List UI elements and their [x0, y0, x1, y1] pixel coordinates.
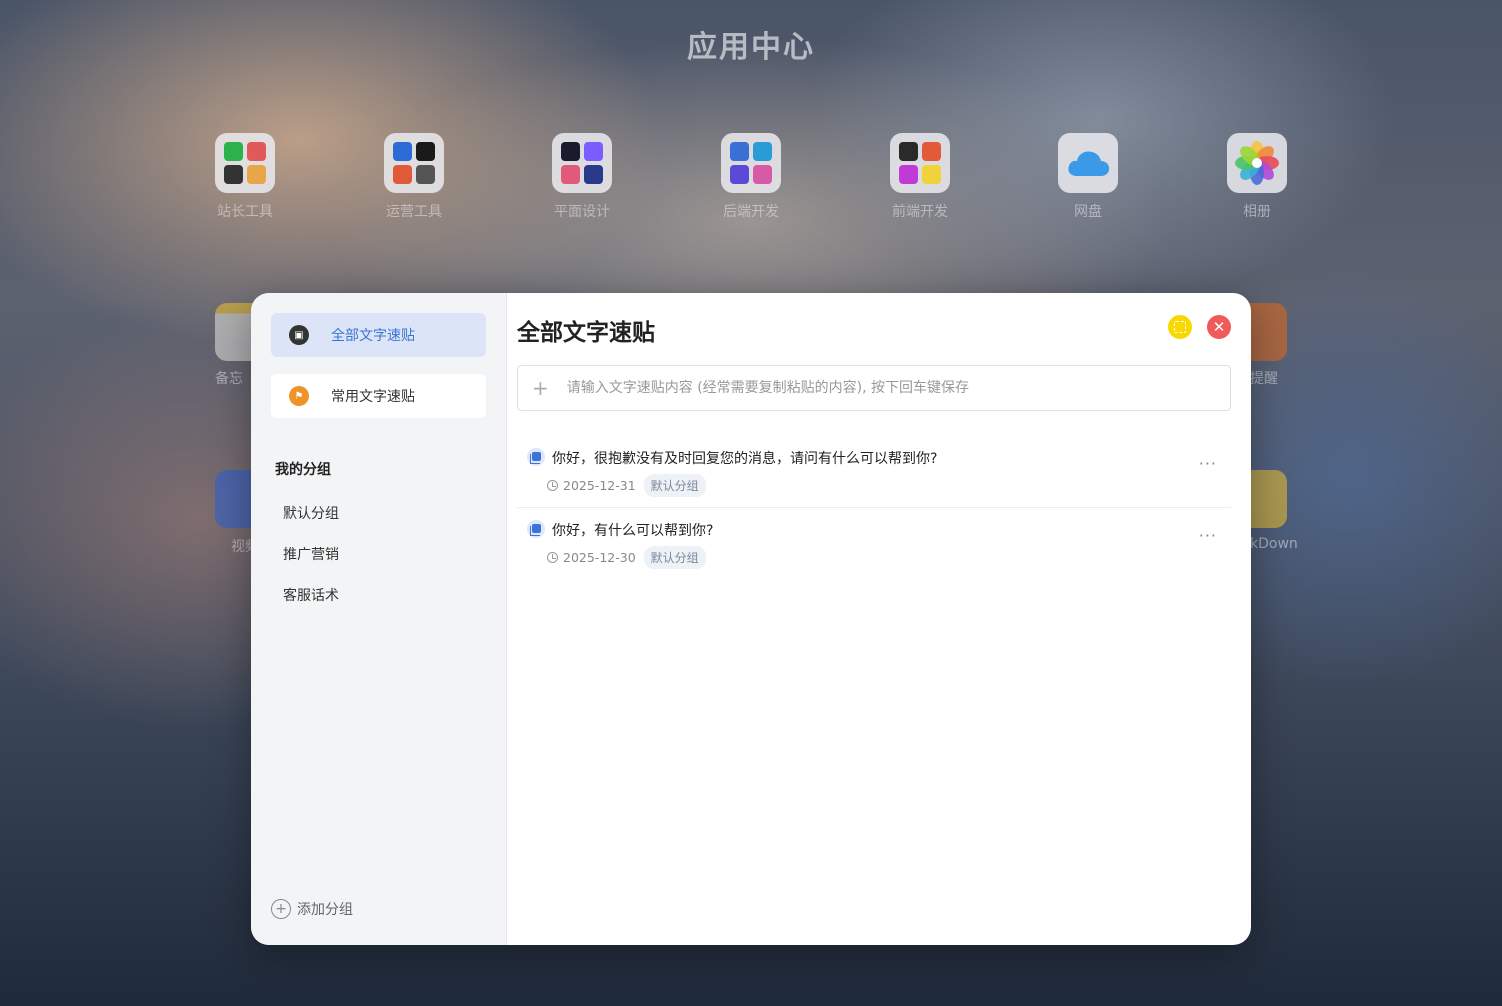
- snippet-meta: 2025-12-31 默认分组: [547, 474, 706, 497]
- graphic-design-icon: [552, 133, 612, 193]
- snippet-text: 你好，有什么可以帮到你?: [552, 523, 714, 539]
- box-icon: ▣: [289, 325, 309, 345]
- frontend-dev-icon: [890, 133, 950, 193]
- list-item[interactable]: 你好，有什么可以帮到你? 2025-12-30 默认分组 ···: [517, 508, 1231, 580]
- app-label: 站长工具: [217, 204, 273, 220]
- app-markdown-partial: kDown: [1250, 536, 1310, 552]
- my-groups-heading: 我的分组: [275, 462, 331, 478]
- app-operation-tools[interactable]: 运营工具: [369, 133, 459, 221]
- copy-icon[interactable]: [527, 520, 545, 538]
- flag-icon: ⚑: [289, 386, 309, 406]
- markdown-app-icon: [1245, 470, 1287, 528]
- backend-dev-icon: [721, 133, 781, 193]
- app-label: 运营工具: [386, 204, 442, 220]
- group-item-marketing[interactable]: 推广营销: [283, 544, 339, 564]
- fullscreen-button[interactable]: [1168, 315, 1192, 339]
- app-label: kDown: [1250, 536, 1298, 552]
- app-label: 后端开发: [723, 204, 779, 220]
- sidebar: ▣ 全部文字速贴 ⚑ 常用文字速贴 我的分组 默认分组 推广营销 客服话术 + …: [251, 293, 507, 945]
- text-snippet-modal: ▣ 全部文字速贴 ⚑ 常用文字速贴 我的分组 默认分组 推广营销 客服话术 + …: [251, 293, 1251, 945]
- snippet-input-box: +: [517, 365, 1231, 411]
- clock-icon: [547, 480, 558, 491]
- more-options-icon[interactable]: ···: [1199, 526, 1217, 545]
- plus-circle-icon: +: [271, 899, 291, 919]
- copy-icon[interactable]: [527, 448, 545, 466]
- snippet-meta: 2025-12-30 默认分组: [547, 546, 706, 569]
- app-label: 前端开发: [892, 204, 948, 220]
- app-frontend-dev[interactable]: 前端开发: [875, 133, 965, 221]
- app-label: 网盘: [1074, 204, 1102, 220]
- more-options-icon[interactable]: ···: [1199, 454, 1217, 473]
- sidebar-item-label: 全部文字速贴: [331, 328, 415, 344]
- app-reminder-partial: 提醒: [1250, 368, 1290, 388]
- app-center-title: 应用中心: [687, 30, 815, 65]
- snippet-date: 2025-12-31: [563, 478, 636, 493]
- close-icon: ✕: [1212, 317, 1226, 336]
- webmaster-tools-icon: [215, 133, 275, 193]
- close-button[interactable]: ✕: [1207, 315, 1231, 339]
- snippet-date: 2025-12-30: [563, 550, 636, 565]
- app-label: 相册: [1243, 204, 1271, 220]
- sidebar-item-label: 常用文字速贴: [331, 389, 415, 405]
- app-label: 平面设计: [554, 204, 610, 220]
- app-notes-partial: 备忘: [215, 368, 255, 388]
- photos-icon: [1227, 133, 1287, 193]
- app-backend-dev[interactable]: 后端开发: [706, 133, 796, 221]
- reminder-app-icon: [1245, 303, 1287, 361]
- app-photo-album[interactable]: 相册: [1212, 133, 1302, 221]
- cloud-icon: [1058, 133, 1118, 193]
- app-webmaster-tools[interactable]: 站长工具: [200, 133, 290, 221]
- list-item[interactable]: 你好，很抱歉没有及时回复您的消息，请问有什么可以帮到你? 2025-12-31 …: [517, 436, 1231, 508]
- page-title: 全部文字速贴: [517, 320, 655, 346]
- group-item-customer-service[interactable]: 客服话术: [283, 585, 339, 605]
- group-item-default[interactable]: 默认分组: [283, 503, 339, 523]
- sidebar-item-all-snippets[interactable]: ▣ 全部文字速贴: [271, 313, 486, 357]
- add-group-button[interactable]: + 添加分组: [271, 899, 353, 919]
- operation-tools-icon: [384, 133, 444, 193]
- group-badge: 默认分组: [643, 474, 706, 497]
- group-badge: 默认分组: [643, 546, 706, 569]
- add-group-label: 添加分组: [297, 902, 353, 918]
- app-graphic-design[interactable]: 平面设计: [537, 133, 627, 221]
- main-panel: 全部文字速贴 ✕ + 你好，很抱歉没有及时回复您的消息，请问有什么可以帮到你? …: [507, 293, 1251, 945]
- app-label: 提醒: [1250, 371, 1278, 387]
- fullscreen-icon: [1174, 321, 1186, 333]
- plus-icon: +: [532, 376, 549, 400]
- snippet-text: 你好，很抱歉没有及时回复您的消息，请问有什么可以帮到你?: [552, 451, 938, 467]
- app-label: 备忘: [215, 371, 243, 387]
- sidebar-item-frequent-snippets[interactable]: ⚑ 常用文字速贴: [271, 374, 486, 418]
- app-cloud-drive[interactable]: 网盘: [1043, 133, 1133, 221]
- snippet-input[interactable]: [564, 379, 1230, 397]
- clock-icon: [547, 552, 558, 563]
